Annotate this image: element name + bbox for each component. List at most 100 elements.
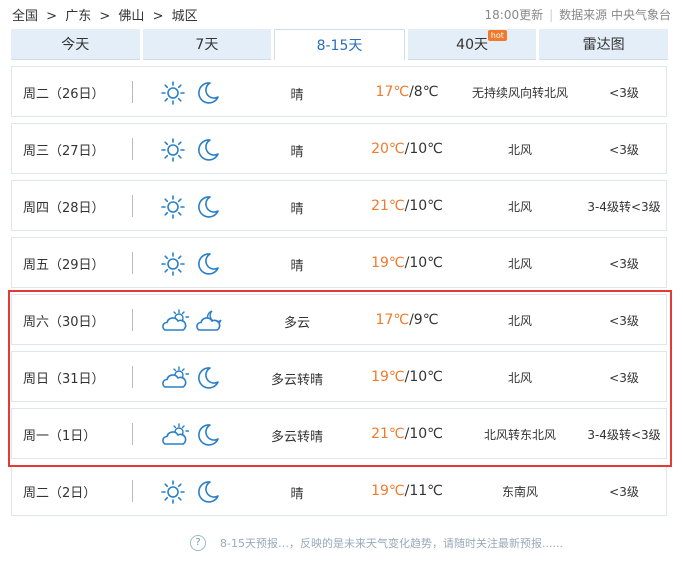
tab-label: 7天 bbox=[195, 37, 219, 53]
wind-direction: 无持续风向转北风 bbox=[471, 86, 568, 100]
temperature: 21℃/10℃ bbox=[367, 426, 447, 442]
divider bbox=[132, 480, 133, 502]
breadcrumb-district: 城区 bbox=[171, 9, 198, 24]
wind-level: <3级 bbox=[609, 371, 639, 385]
forecast-row: 周二（26日） 晴 17℃/8℃ 无持续风向转北风 <3级 bbox=[11, 66, 667, 117]
moon-icon bbox=[195, 422, 221, 448]
high-temperature: 19℃ bbox=[371, 369, 405, 385]
wind-level: 3-4级转<3级 bbox=[587, 200, 661, 214]
weather-description: 晴 bbox=[290, 259, 304, 274]
wind-level: <3级 bbox=[609, 485, 639, 499]
forecast-row: 周二（2日） 晴 19℃/11℃ 东南风 <3级 bbox=[11, 465, 667, 516]
tab-7-days[interactable]: 7天 bbox=[142, 29, 272, 60]
breadcrumb-separator: > bbox=[99, 9, 111, 24]
high-temperature: 21℃ bbox=[371, 198, 405, 214]
weather-description: 多云 bbox=[283, 316, 310, 331]
data-source-info: 18:00更新 | 数据来源 中央气象台 bbox=[485, 6, 671, 23]
tab-label: 雷达图 bbox=[582, 37, 625, 53]
weather-description: 晴 bbox=[290, 88, 304, 103]
divider bbox=[132, 366, 133, 388]
wind-level: <3级 bbox=[609, 257, 639, 271]
sun-icon bbox=[160, 137, 186, 163]
low-temperature: /8℃ bbox=[409, 84, 439, 100]
sun-icon bbox=[160, 194, 186, 220]
forecast-row: 周四（28日） 晴 21℃/10℃ 北风 3-4级转<3级 bbox=[11, 180, 667, 231]
wind-level: <3级 bbox=[609, 314, 639, 328]
breadcrumb-city[interactable]: 佛山 bbox=[118, 9, 144, 24]
moon-icon bbox=[195, 137, 221, 163]
temperature: 21℃/10℃ bbox=[367, 198, 447, 214]
moon-icon bbox=[195, 251, 221, 277]
divider bbox=[132, 309, 133, 331]
forecast-tabs: 今天 7天 8-15天 40天 hot 雷达图 bbox=[11, 29, 668, 60]
source-label: 数据来源 中央气象台 bbox=[559, 8, 671, 22]
moon-icon bbox=[195, 479, 221, 505]
day-label: 周六（30日） bbox=[23, 315, 105, 330]
moon-icon bbox=[195, 194, 221, 220]
forecast-row: 周五（29日） 晴 19℃/10℃ 北风 <3级 bbox=[11, 237, 667, 288]
breadcrumb-country[interactable]: 全国 bbox=[12, 9, 38, 24]
moon-icon bbox=[195, 80, 221, 106]
help-icon[interactable]: ? bbox=[190, 535, 206, 551]
temperature: 19℃/10℃ bbox=[367, 255, 447, 271]
wind-direction: 北风 bbox=[507, 257, 532, 271]
day-label: 周日（31日） bbox=[23, 372, 105, 387]
day-label: 周四（28日） bbox=[23, 201, 105, 216]
weather-description: 多云转晴 bbox=[270, 430, 323, 445]
wind-level: 3-4级转<3级 bbox=[587, 428, 661, 442]
high-temperature: 19℃ bbox=[371, 483, 405, 499]
divider bbox=[132, 81, 133, 103]
partly-cloudy-icon bbox=[160, 308, 190, 334]
divider bbox=[132, 138, 133, 160]
temperature: 17℃/8℃ bbox=[367, 84, 447, 100]
weather-description: 晴 bbox=[290, 487, 304, 502]
day-label: 周二（2日） bbox=[23, 486, 97, 501]
tab-40-days[interactable]: 40天 hot bbox=[407, 29, 537, 60]
tab-label: 40天 bbox=[456, 37, 488, 53]
tab-today[interactable]: 今天 bbox=[11, 29, 140, 60]
high-temperature: 21℃ bbox=[371, 426, 405, 442]
footer-text: 8-15天预报…，反映的是未来天气变化趋势，请随时关注最新预报...... bbox=[220, 537, 563, 550]
tab-radar[interactable]: 雷达图 bbox=[539, 29, 668, 60]
breadcrumb-separator: > bbox=[152, 9, 164, 24]
forecast-row: 周三（27日） 晴 20℃/10℃ 北风 <3级 bbox=[11, 123, 667, 174]
sun-icon bbox=[160, 251, 186, 277]
moon-icon bbox=[195, 365, 221, 391]
forecast-row: 周六（30日） 多云 17℃/9℃ 北风 <3级 bbox=[11, 294, 667, 345]
temperature: 19℃/10℃ bbox=[367, 369, 447, 385]
forecast-row: 周一（1日） 多云转晴 21℃/10℃ 北风转东北风 3-4级转<3级 bbox=[11, 408, 667, 459]
update-time: 18:00更新 bbox=[484, 8, 544, 22]
divider: | bbox=[549, 8, 554, 22]
wind-direction: 北风转东北风 bbox=[483, 428, 556, 442]
wind-direction: 北风 bbox=[507, 143, 532, 157]
high-temperature: 17℃ bbox=[375, 84, 410, 100]
sun-icon bbox=[160, 80, 186, 106]
sun-icon bbox=[160, 479, 186, 505]
temperature: 20℃/10℃ bbox=[367, 141, 447, 157]
high-temperature: 20℃ bbox=[371, 141, 405, 157]
tab-label: 今天 bbox=[61, 37, 90, 53]
weather-description: 晴 bbox=[290, 202, 304, 217]
hot-badge: hot bbox=[487, 30, 507, 41]
low-temperature: /10℃ bbox=[404, 141, 443, 157]
day-label: 周二（26日） bbox=[23, 87, 105, 102]
low-temperature: /11℃ bbox=[404, 483, 443, 499]
tab-8-15-days[interactable]: 8-15天 bbox=[274, 29, 405, 60]
tab-label: 8-15天 bbox=[316, 38, 363, 54]
footer-note: ? 8-15天预报…，反映的是未来天气变化趋势，请随时关注最新预报...... bbox=[190, 535, 563, 551]
high-temperature: 19℃ bbox=[371, 255, 405, 271]
weather-description: 晴 bbox=[290, 145, 304, 160]
breadcrumb-separator: > bbox=[46, 9, 58, 24]
partly-cloudy-icon bbox=[160, 422, 190, 448]
wind-direction: 北风 bbox=[507, 371, 532, 385]
wind-level: <3级 bbox=[609, 143, 639, 157]
temperature: 19℃/11℃ bbox=[367, 483, 447, 499]
weather-description: 多云转晴 bbox=[270, 373, 323, 388]
low-temperature: /10℃ bbox=[404, 198, 443, 214]
divider bbox=[132, 195, 133, 217]
breadcrumb-province[interactable]: 广东 bbox=[65, 9, 91, 24]
low-temperature: /10℃ bbox=[404, 255, 443, 271]
wind-direction: 东南风 bbox=[501, 485, 538, 499]
high-temperature: 17℃ bbox=[375, 312, 410, 328]
low-temperature: /9℃ bbox=[409, 312, 439, 328]
